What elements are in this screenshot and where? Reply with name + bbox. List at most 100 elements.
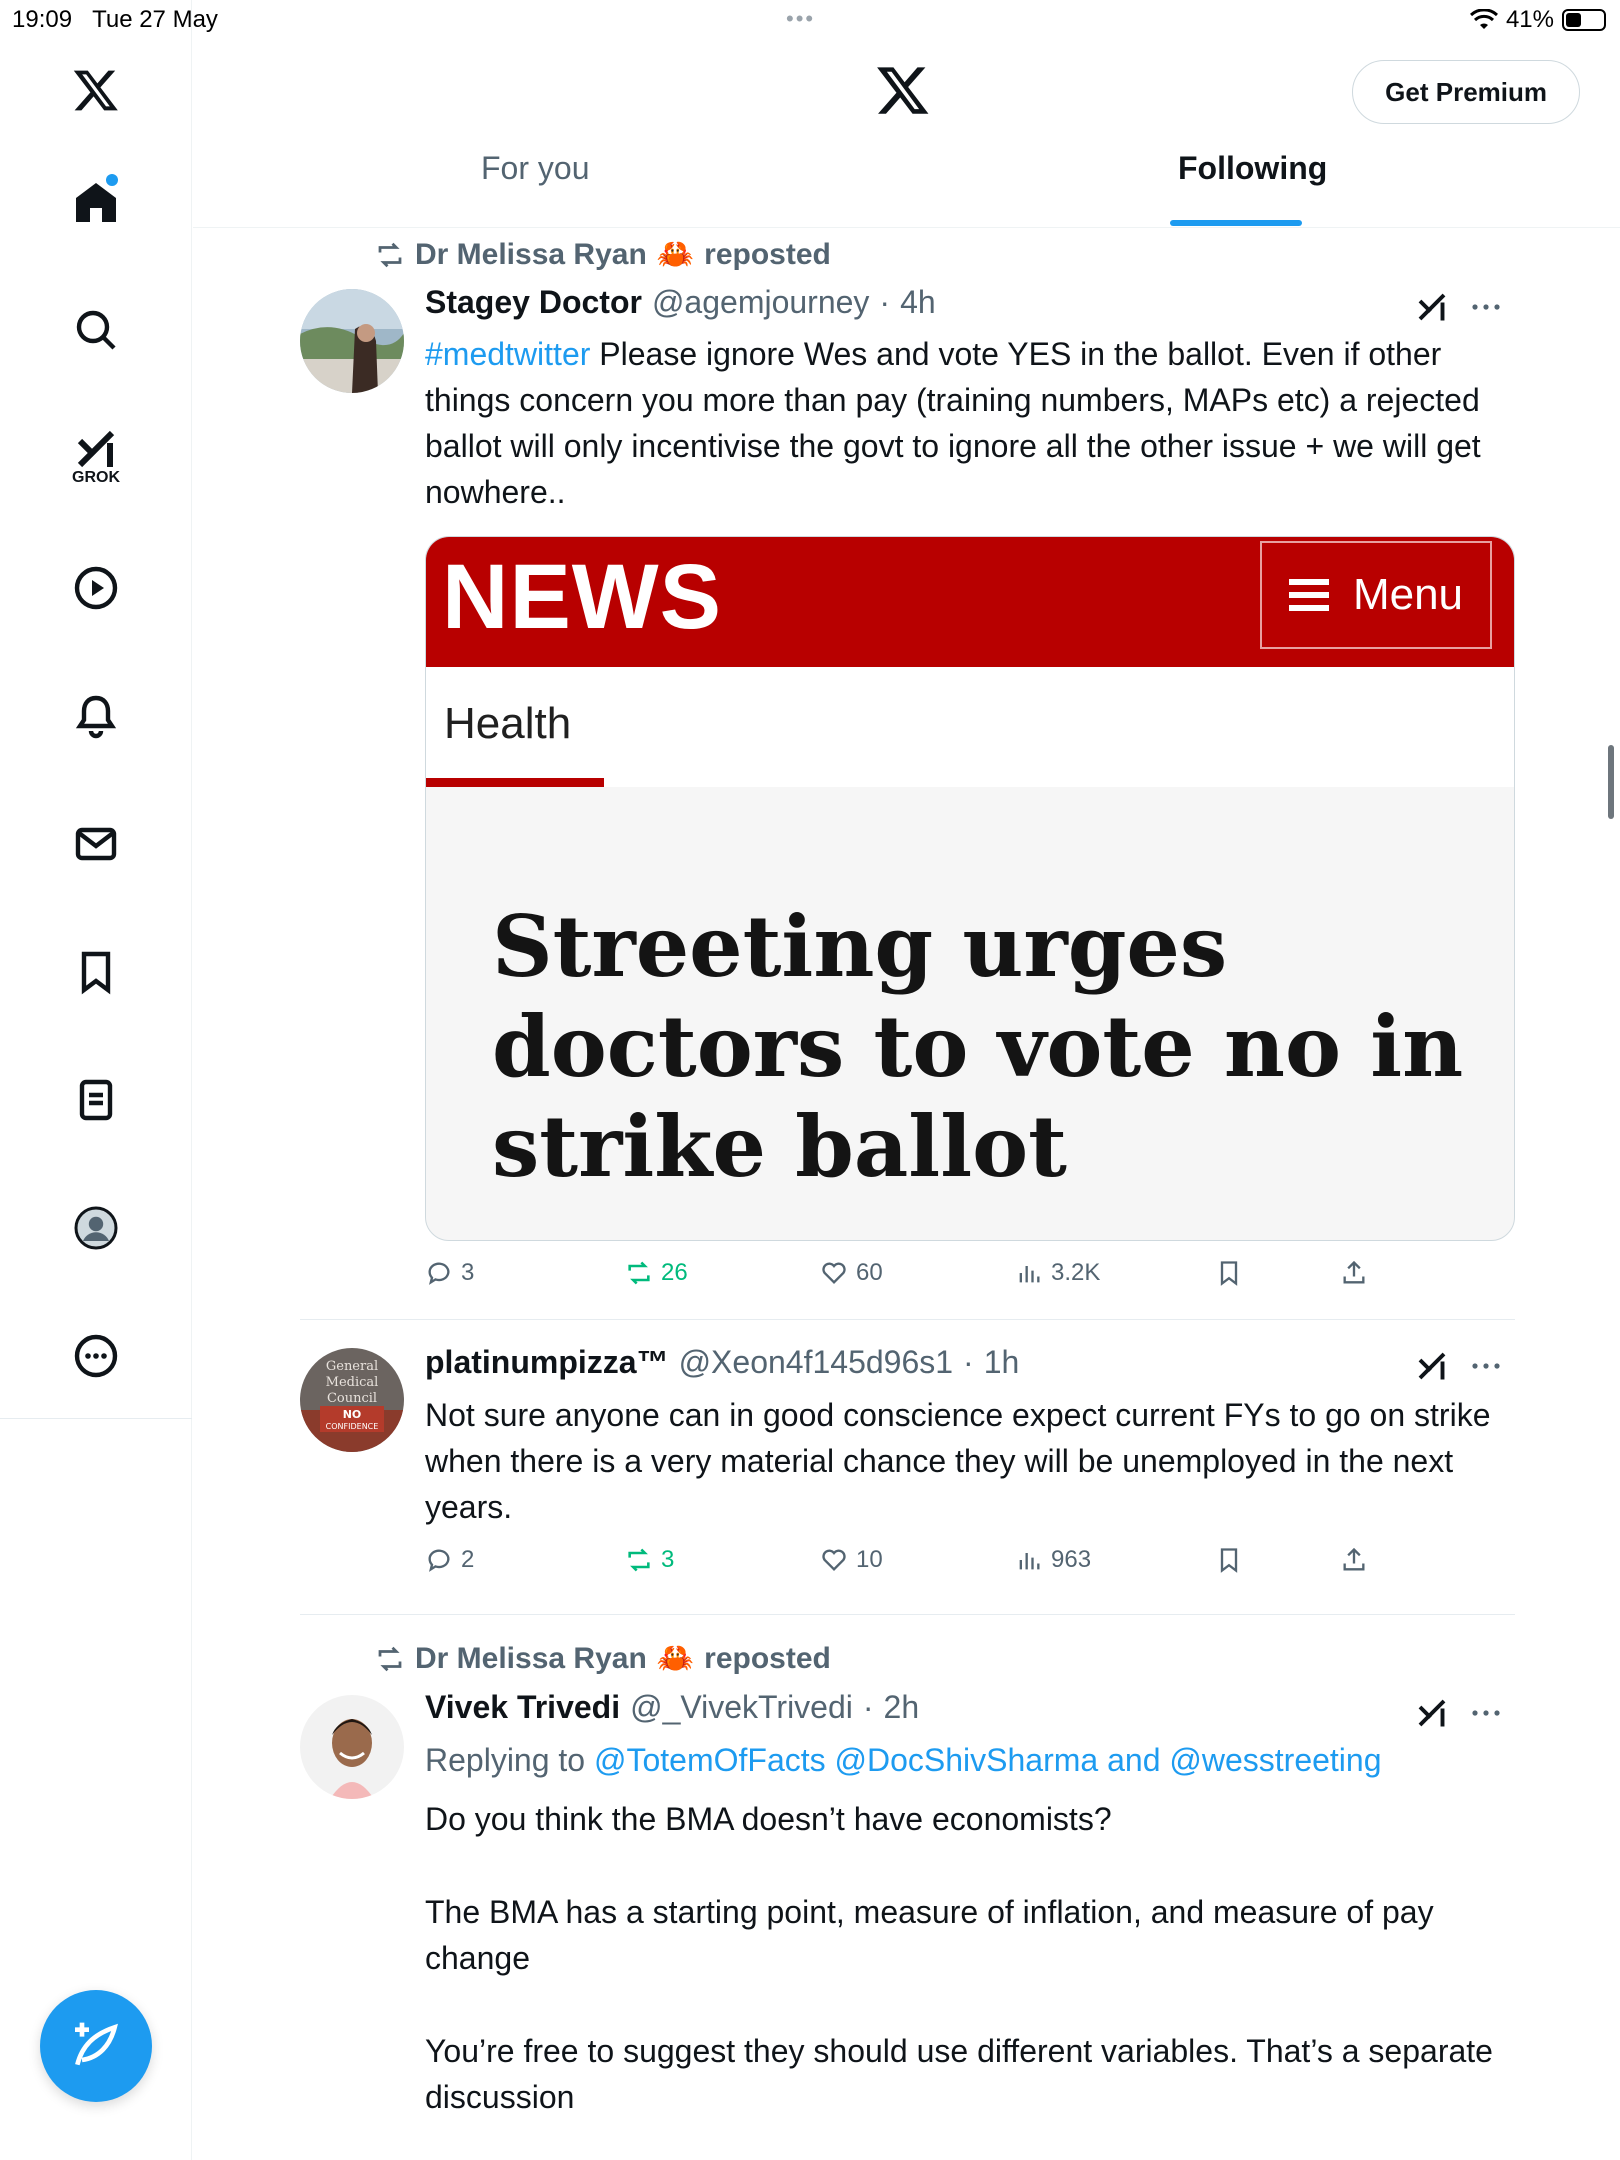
notifications-icon[interactable] — [56, 676, 136, 756]
x-logo-icon[interactable] — [875, 62, 931, 118]
share-button[interactable] — [1340, 1546, 1368, 1574]
avatar-text-5: CONFIDENCE — [326, 1422, 379, 1431]
active-tab-indicator — [1170, 220, 1302, 226]
author-name[interactable]: platinumpizza™ — [425, 1344, 669, 1381]
profile-icon[interactable] — [56, 1188, 136, 1268]
tweet-header: Stagey Doctor @agemjourney · 4h — [425, 284, 936, 321]
avatar-text-3: Council — [327, 1391, 377, 1406]
more-options-icon[interactable] — [1470, 301, 1502, 313]
author-handle[interactable]: @Xeon4f145d96s1 — [679, 1344, 953, 1381]
compose-button[interactable] — [40, 1990, 152, 2102]
home-icon[interactable] — [56, 162, 136, 242]
view-count: 3.2K — [1051, 1259, 1101, 1286]
get-premium-button[interactable]: Get Premium — [1352, 60, 1580, 124]
video-icon[interactable] — [56, 548, 136, 628]
more-options-icon[interactable] — [1470, 1360, 1502, 1372]
bookmark-icon — [1220, 1548, 1238, 1573]
messages-icon[interactable] — [56, 804, 136, 884]
grok-icon[interactable]: GROK — [56, 416, 136, 496]
heart-icon — [822, 1549, 846, 1571]
grok-icon[interactable] — [1414, 1348, 1450, 1384]
like-button[interactable]: 10 — [820, 1546, 883, 1574]
news-logo: NEWS — [442, 546, 722, 648]
repost-icon — [628, 1548, 650, 1572]
reply-button[interactable]: 2 — [425, 1546, 474, 1574]
news-headline: Streeting urges doctors to vote no in st… — [492, 897, 1464, 1196]
tweet-header: platinumpizza™ @Xeon4f145d96s1 · 1h — [425, 1344, 1019, 1381]
mention-links[interactable]: @TotemOfFacts @DocShivSharma and @wesstr… — [594, 1742, 1382, 1778]
like-count: 60 — [856, 1259, 883, 1286]
tab-for-you[interactable]: For you — [481, 150, 589, 228]
share-icon — [1343, 1260, 1365, 1284]
repost-icon — [378, 242, 402, 267]
view-count: 963 — [1051, 1546, 1092, 1573]
author-name[interactable]: Stagey Doctor — [425, 284, 642, 321]
news-section-bar: Health — [426, 667, 1514, 787]
reply-button[interactable]: 3 — [425, 1259, 474, 1287]
avatar[interactable]: General Medical Council NO CONFIDENCE — [300, 1348, 404, 1452]
separator-dot: · — [963, 1344, 974, 1380]
status-bar: 19:09 Tue 27 May ••• 41% — [0, 0, 1620, 40]
more-icon[interactable] — [56, 1316, 136, 1396]
repost-context[interactable]: Dr Melissa Ryan 🦀 reposted — [375, 237, 831, 272]
separator-dot: · — [879, 284, 891, 320]
lists-icon[interactable] — [56, 1060, 136, 1140]
avatar[interactable] — [300, 1695, 404, 1799]
reply-icon — [428, 1262, 450, 1285]
wifi-icon — [1469, 9, 1498, 29]
tweet-time[interactable]: 4h — [900, 284, 936, 321]
news-menu-label: Menu — [1352, 570, 1464, 619]
search-icon[interactable] — [56, 290, 136, 370]
views-button[interactable]: 3.2K — [1015, 1259, 1100, 1287]
repost-button[interactable]: 26 — [625, 1259, 688, 1287]
x-logo-icon[interactable] — [56, 50, 136, 130]
tab-following[interactable]: Following — [1178, 150, 1327, 228]
bookmarks-icon[interactable] — [56, 932, 136, 1012]
hamburger-icon — [1288, 579, 1329, 611]
repost-suffix: reposted — [704, 1641, 831, 1675]
tweet-paragraph: Do you think the BMA doesn’t have econom… — [425, 1801, 1112, 1837]
reply-context: Replying to @TotemOfFacts @DocShivSharma… — [425, 1737, 1515, 1783]
views-icon — [1019, 1553, 1040, 1570]
status-right: 41% — [1469, 6, 1606, 34]
grok-icon[interactable] — [1414, 1695, 1450, 1731]
tweet-divider — [300, 1319, 1515, 1320]
link-card[interactable]: NEWS Menu Health Streeting urges doctors… — [425, 536, 1515, 1241]
avatar-text-2: Medical — [326, 1375, 379, 1390]
hashtag-link[interactable]: #medtwitter — [425, 336, 590, 372]
crab-emoji: 🦀 — [656, 1642, 695, 1675]
author-name[interactable]: Vivek Trivedi — [425, 1689, 620, 1726]
news-banner: NEWS Menu — [426, 537, 1514, 667]
repost-button[interactable]: 3 — [625, 1546, 674, 1574]
author-handle[interactable]: @agemjourney — [652, 284, 869, 321]
reply-count: 2 — [461, 1546, 475, 1573]
bookmark-button[interactable] — [1215, 1546, 1243, 1574]
grok-icon[interactable] — [1414, 289, 1450, 325]
tweet-divider — [300, 1614, 1515, 1615]
grok-label: GROK — [72, 469, 120, 486]
notification-dot — [106, 174, 118, 186]
avatar[interactable] — [300, 289, 404, 393]
share-button[interactable] — [1340, 1259, 1368, 1287]
scrollbar[interactable] — [1608, 745, 1614, 819]
multitask-dots-icon[interactable]: ••• — [786, 6, 815, 32]
bookmark-button[interactable] — [1215, 1259, 1243, 1287]
reply-icon — [428, 1549, 450, 1572]
tweet-top-icons — [1414, 289, 1502, 325]
tweet-text: #medtwitter Please ignore Wes and vote Y… — [425, 331, 1515, 515]
replying-to-label: Replying to — [425, 1742, 594, 1778]
repost-icon — [628, 1261, 650, 1285]
repost-count: 26 — [661, 1259, 688, 1286]
avatar-text-4: NO — [343, 1408, 362, 1421]
tweet-time[interactable]: 2h — [884, 1689, 920, 1726]
sidebar: GROK — [0, 0, 192, 2160]
like-button[interactable]: 60 — [820, 1259, 883, 1287]
repost-context[interactable]: Dr Melissa Ryan 🦀 reposted — [375, 1641, 831, 1676]
repost-icon — [378, 1646, 402, 1671]
more-options-icon[interactable] — [1470, 1707, 1502, 1719]
tweet-time[interactable]: 1h — [984, 1344, 1020, 1381]
author-handle[interactable]: @_VivekTrivedi — [630, 1689, 853, 1726]
tweet-top-icons — [1414, 1695, 1502, 1731]
bookmark-icon — [1220, 1261, 1238, 1286]
views-button[interactable]: 963 — [1015, 1546, 1091, 1574]
